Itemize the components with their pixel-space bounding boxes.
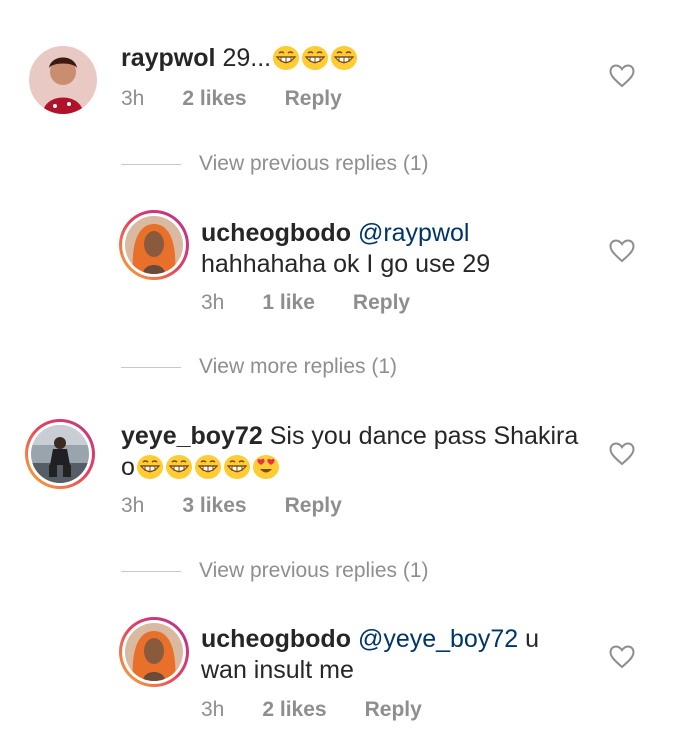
- view-replies-label: View previous replies (1): [199, 152, 429, 175]
- grin-emoji-icon: [271, 44, 300, 72]
- divider-line: [121, 366, 181, 368]
- like-heart-icon[interactable]: [609, 442, 635, 466]
- comment-meta: 3h 3 likes Reply: [121, 494, 342, 518]
- comment-meta: 3h 2 likes Reply: [201, 698, 422, 722]
- comment-meta: 3h 2 likes Reply: [121, 87, 342, 111]
- like-heart-icon[interactable]: [609, 239, 635, 263]
- comment-text-continued: o: [121, 453, 135, 481]
- comment-meta: 3h 1 like Reply: [201, 291, 410, 315]
- reply-button[interactable]: Reply: [365, 698, 422, 722]
- like-heart-icon[interactable]: [609, 645, 635, 669]
- comment-text: hahhahaha ok I go use 29: [201, 250, 491, 278]
- divider-line: [121, 570, 181, 572]
- divider-line: [121, 163, 181, 165]
- username[interactable]: yeye_boy72: [121, 422, 263, 450]
- comment-text: Sis you dance pass Shakira: [269, 422, 579, 450]
- heart-eyes-emoji-icon: [251, 453, 280, 481]
- username[interactable]: ucheogbodo: [201, 219, 351, 247]
- likes-count[interactable]: 1 like: [262, 291, 315, 315]
- username[interactable]: raypwol: [121, 44, 215, 72]
- comment-body: yeye_boy72 Sis you dance pass Shakira o: [121, 421, 578, 483]
- reply-button[interactable]: Reply: [353, 291, 410, 315]
- avatar-ucheogbodo[interactable]: [119, 617, 189, 687]
- comment-body: ucheogbodo @yeye_boy72 u wan insult me: [201, 624, 539, 686]
- view-previous-replies-button[interactable]: View previous replies (1): [121, 152, 429, 176]
- like-heart-icon[interactable]: [609, 64, 635, 88]
- grin-emoji-icon: [164, 453, 193, 481]
- reply-button[interactable]: Reply: [285, 87, 342, 111]
- grin-emoji-icon: [329, 44, 358, 72]
- timestamp: 3h: [201, 698, 225, 721]
- grin-emoji-icon: [135, 453, 164, 481]
- avatar-raypwol[interactable]: [29, 46, 97, 114]
- likes-count[interactable]: 3 likes: [182, 494, 246, 518]
- comments-thread: raypwol 29... 3h 2 likes Reply View prev…: [0, 0, 674, 746]
- likes-count[interactable]: 2 likes: [262, 698, 326, 722]
- comment-body: raypwol 29...: [121, 43, 358, 74]
- avatar-yeye_boy72[interactable]: [25, 419, 95, 489]
- timestamp: 3h: [121, 494, 145, 517]
- view-replies-label: View previous replies (1): [199, 559, 429, 582]
- view-more-replies-button[interactable]: View more replies (1): [121, 355, 397, 379]
- reply-button[interactable]: Reply: [285, 494, 342, 518]
- grin-emoji-icon: [300, 44, 329, 72]
- comment-text: u: [525, 625, 540, 653]
- avatar-ucheogbodo[interactable]: [119, 210, 189, 280]
- avatar-yeye_boy72-image: [31, 425, 89, 483]
- comment-text-continued: wan insult me: [201, 656, 354, 684]
- grin-emoji-icon: [222, 453, 251, 481]
- mention-link[interactable]: @yeye_boy72: [358, 625, 518, 653]
- avatar-ucheogbodo-image: [125, 216, 183, 274]
- timestamp: 3h: [201, 291, 225, 314]
- avatar-ucheogbodo-image: [125, 623, 183, 681]
- view-previous-replies-button[interactable]: View previous replies (1): [121, 559, 429, 583]
- username[interactable]: ucheogbodo: [201, 625, 351, 653]
- grin-emoji-icon: [193, 453, 222, 481]
- mention-link[interactable]: @raypwol: [358, 219, 470, 247]
- comment-body: ucheogbodo @raypwol hahhahaha ok I go us…: [201, 218, 490, 280]
- timestamp: 3h: [121, 87, 145, 110]
- likes-count[interactable]: 2 likes: [182, 87, 246, 111]
- avatar-raypwol-image: [29, 46, 97, 114]
- view-replies-label: View more replies (1): [199, 355, 398, 378]
- comment-text: 29...: [222, 44, 272, 72]
